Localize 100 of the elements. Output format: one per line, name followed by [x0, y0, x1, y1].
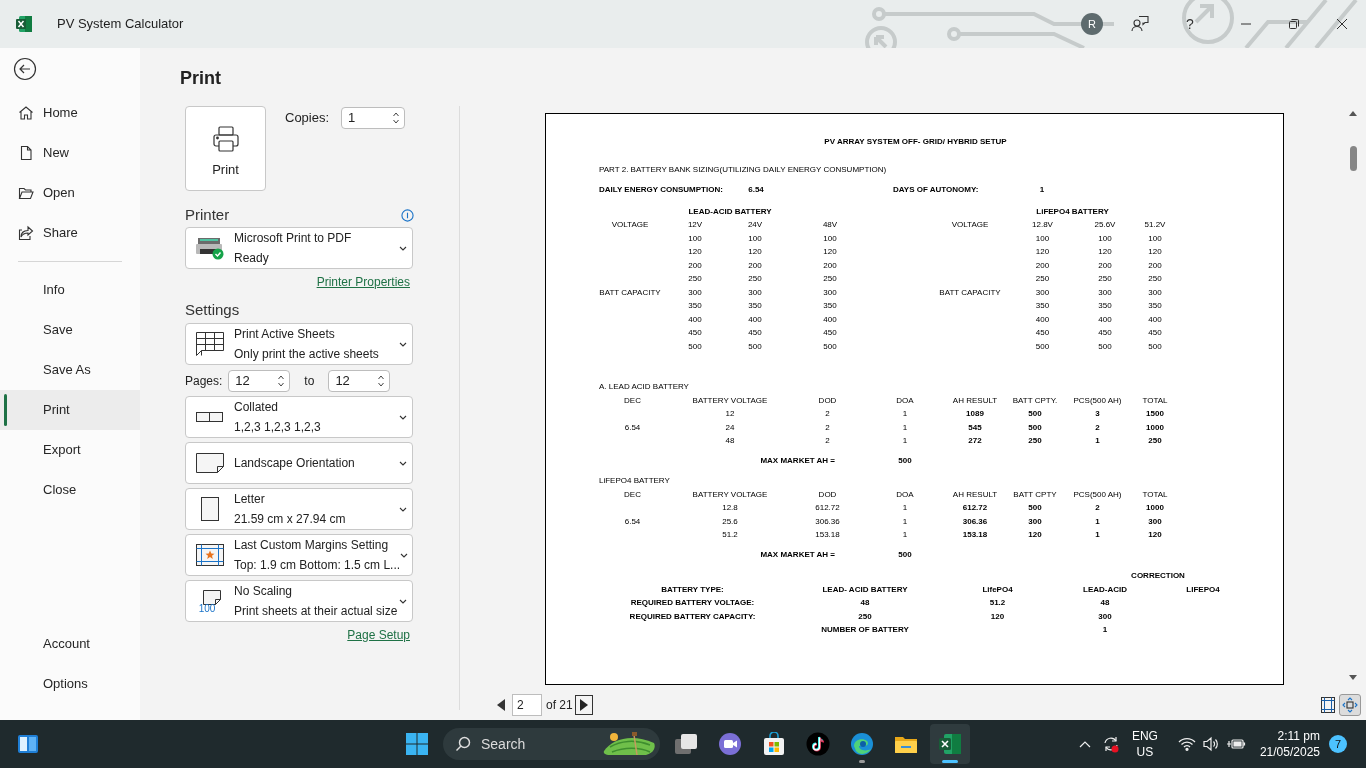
- table-cell-text: 500: [687, 340, 703, 353]
- scroll-up-icon[interactable]: [1349, 111, 1357, 116]
- coauthoring-button[interactable]: [1130, 14, 1150, 34]
- caret-icon: [399, 341, 407, 347]
- table-cell-text: 306.36: [961, 515, 989, 528]
- table-cell-text: 250: [747, 273, 763, 285]
- volume-icon[interactable]: [1201, 736, 1220, 752]
- next-page-button[interactable]: [574, 695, 593, 715]
- page-number-field[interactable]: 2: [512, 694, 542, 716]
- table-cell-text: 120: [1034, 246, 1051, 258]
- language-button[interactable]: ENG US: [1131, 728, 1158, 760]
- folder-icon: [18, 185, 34, 201]
- column-header: TOTAL: [1141, 394, 1169, 407]
- table-cell-text: 400: [747, 313, 763, 326]
- row-label: BATT CAPACITY: [598, 286, 662, 299]
- clock[interactable]: 2:11 pm 21/05/2025: [1259, 728, 1320, 760]
- taskbar-app[interactable]: [930, 724, 970, 764]
- column-header: AH RESULT: [951, 394, 999, 407]
- notification-badge[interactable]: 7: [1329, 735, 1347, 753]
- panel-title: Print: [180, 67, 221, 89]
- previous-page-icon[interactable]: [497, 699, 505, 711]
- printer-properties-link[interactable]: Printer Properties: [316, 275, 410, 289]
- battery-charging-icon[interactable]: [1225, 737, 1246, 751]
- windows-icon: [405, 732, 429, 756]
- search-field[interactable]: Search: [443, 728, 660, 760]
- table-cell-text: 450: [1147, 327, 1163, 339]
- column-header: CORRECTION: [1130, 570, 1186, 582]
- table-cell-text: 350: [822, 300, 838, 312]
- nav-item[interactable]: Close: [0, 470, 140, 510]
- info-icon[interactable]: [401, 208, 414, 222]
- dropdown[interactable]: Collated 1,2,3 1,2,3 1,2,3: [185, 396, 413, 438]
- column-header: 25.6V: [1093, 219, 1117, 231]
- table-cell-text: 1: [901, 435, 909, 447]
- spinner-icon[interactable]: [392, 110, 401, 126]
- dropdown[interactable]: Print Active Sheets Only print the active sheets: [185, 323, 413, 365]
- table-cell-text: 25.6: [721, 515, 739, 528]
- zoom-to-page-button[interactable]: [1339, 694, 1361, 716]
- nav-item[interactable]: Open: [0, 173, 140, 213]
- spinner-icon[interactable]: [277, 373, 286, 389]
- back-button[interactable]: [13, 57, 37, 81]
- copies-field[interactable]: 1: [341, 107, 406, 129]
- column-header: 48V: [821, 219, 839, 231]
- print-button[interactable]: Print: [185, 106, 266, 191]
- table-cell-text: 2: [824, 421, 831, 434]
- scroll-down-icon[interactable]: [1349, 675, 1357, 680]
- search-icon: [455, 736, 471, 752]
- table-cell-text: 300: [1097, 610, 1113, 623]
- close-icon[interactable]: [1336, 18, 1348, 30]
- table-cell-text: 1500: [1145, 408, 1165, 420]
- field-label: DAILY ENERGY CONSUMPTION:: [599, 184, 724, 196]
- table-cell-text: 350: [1147, 300, 1163, 312]
- table-cell-text: 6.54: [623, 515, 642, 528]
- table-cell-text: 400: [1147, 313, 1163, 326]
- column-header: LEAD- ACID BATTERY: [821, 583, 909, 596]
- column-header: DOA: [895, 488, 915, 501]
- music-note-icon: [806, 732, 830, 756]
- dropdown[interactable]: Microsoft Print to PDF Ready: [185, 227, 413, 269]
- table-cell-text: 1089: [965, 408, 985, 420]
- table-cell-text: 200: [687, 259, 703, 272]
- nav-item[interactable]: Save: [0, 310, 140, 350]
- table-cell-text: 100: [1034, 232, 1051, 245]
- table-heading: LEAD-ACID BATTERY: [687, 205, 773, 218]
- copies-label: Copies:: [285, 109, 330, 127]
- page-to-field[interactable]: 12: [328, 370, 391, 392]
- spinner-icon[interactable]: [377, 373, 386, 389]
- help-button[interactable]: ?: [1182, 13, 1198, 35]
- table-heading: LiFEPO4 BATTERY: [1035, 205, 1110, 218]
- nav-item[interactable]: Share: [0, 213, 140, 253]
- widgets-icon[interactable]: [16, 732, 40, 756]
- dropdown[interactable]: 100 No Scaling Print sheets at their actual size: [185, 580, 413, 622]
- dropdown[interactable]: Landscape Orientation: [185, 442, 413, 484]
- page-from-field[interactable]: 12: [228, 370, 291, 392]
- nav-item[interactable]: Account: [0, 624, 140, 664]
- nav-item[interactable]: New: [0, 133, 140, 173]
- sync-error-icon[interactable]: [1101, 735, 1120, 753]
- table-cell-text: 100: [822, 232, 838, 245]
- restore-icon[interactable]: [1288, 18, 1300, 30]
- column-header: DOD: [817, 488, 838, 501]
- show-hidden-icons-button[interactable]: [1078, 740, 1091, 748]
- nav-item[interactable]: Export: [0, 430, 140, 470]
- table-cell-text: 400: [1097, 313, 1113, 326]
- dropdown[interactable]: Last Custom Margins Setting Top: 1.9 cm Bottom: 1.5 cm L...: [185, 534, 413, 576]
- printer-ready-icon: [195, 236, 225, 260]
- table-cell-text: 350: [1097, 300, 1113, 312]
- scrollbar-thumb[interactable]: [1349, 146, 1357, 171]
- margins-icon: [195, 543, 225, 567]
- table-cell-text: 250: [1097, 273, 1113, 285]
- table-cell-text: 24: [724, 421, 736, 434]
- avatar[interactable]: R: [1081, 13, 1103, 35]
- nav-item[interactable]: Print: [0, 390, 140, 430]
- nav-item[interactable]: Info: [0, 270, 140, 310]
- table-cell-text: 1: [901, 515, 909, 528]
- page-setup-link[interactable]: Page Setup: [347, 628, 410, 642]
- dropdown[interactable]: Letter 21.59 cm x 27.94 cm: [185, 488, 413, 530]
- column-header: 24V: [746, 219, 764, 231]
- nav-item[interactable]: Save As: [0, 350, 140, 390]
- caret-icon: [400, 552, 409, 558]
- wifi-icon[interactable]: [1177, 737, 1196, 751]
- nav-item[interactable]: Options: [0, 664, 140, 704]
- nav-item[interactable]: Home: [0, 93, 140, 133]
